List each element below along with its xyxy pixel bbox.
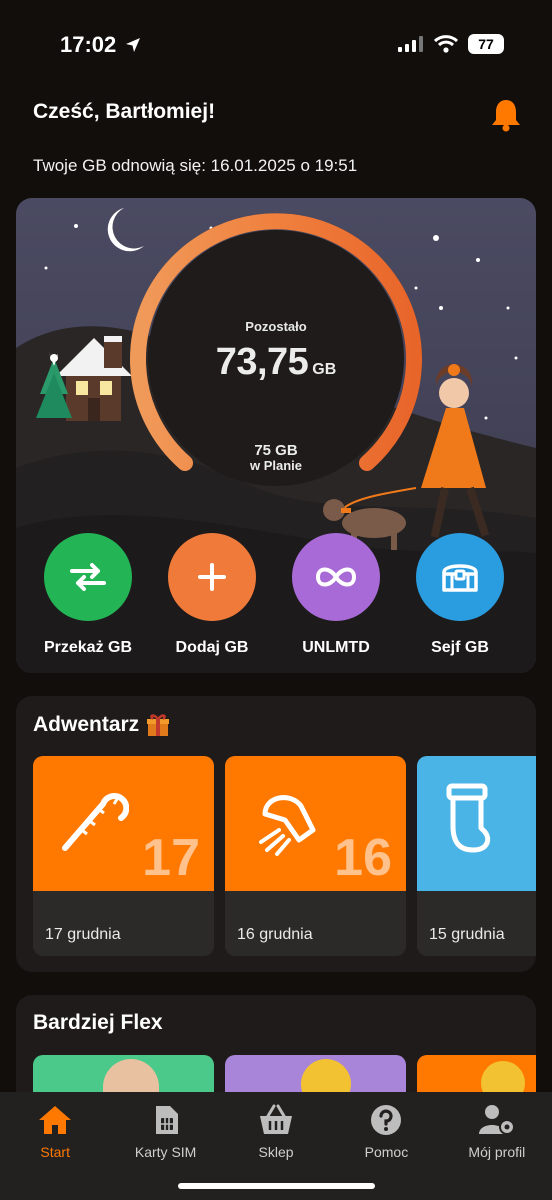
remaining-amount: 73,75	[215, 341, 309, 383]
advent-title-text: Adwentarz	[33, 713, 140, 736]
cellular-signal-icon	[398, 36, 423, 52]
infinity-icon	[292, 533, 380, 621]
tab-label: Pomoc	[364, 1144, 409, 1160]
tab-label: Sklep	[258, 1144, 294, 1160]
clock-text: 17:02	[60, 32, 117, 57]
advent-card-date: 17 grudnia	[45, 926, 121, 943]
basket-icon	[260, 1104, 293, 1134]
notifications-bell-icon[interactable]	[490, 98, 522, 137]
advent-day-number: 17	[142, 829, 200, 887]
transfer-gb-label: Przekaż GB	[43, 639, 133, 656]
sim-card-icon	[155, 1106, 178, 1134]
gift-icon	[147, 714, 170, 736]
renewal-info: Twoje GB odnowią się: 16.01.2025 o 19:51	[33, 156, 358, 175]
transfer-gb-button[interactable]: Przekaż GB	[26, 533, 150, 657]
quick-actions: Przekaż GB Dodaj GB UNLMTD Sejf GB	[16, 533, 536, 657]
location-arrow-icon	[126, 38, 141, 52]
greeting-title: Cześć, Bartłomiej!	[33, 100, 216, 123]
transfer-icon	[44, 533, 132, 621]
advent-card-17[interactable]: 17 17 grudnia	[33, 756, 214, 956]
vault-icon	[416, 533, 504, 621]
profile-settings-icon	[478, 1105, 515, 1135]
advent-title: Adwentarz	[33, 712, 171, 738]
gauge-remaining-value: 73,75 GB	[16, 341, 536, 384]
tab-start[interactable]: Start	[0, 1092, 110, 1200]
vault-gb-label: Sejf GB	[431, 639, 489, 656]
status-time: 17:02	[60, 32, 142, 58]
home-indicator	[178, 1183, 375, 1189]
help-icon	[371, 1105, 402, 1135]
advent-section: Adwentarz 17 17 grudnia 16 16 grudnia 15…	[16, 696, 536, 972]
advent-card-16[interactable]: 16 16 grudnia	[225, 756, 406, 956]
advent-card-date: 15 grudnia	[429, 926, 505, 943]
flex-title: Bardziej Flex	[33, 1011, 163, 1034]
wifi-icon	[434, 35, 458, 53]
status-bar: 17:02 77	[0, 0, 552, 90]
remaining-unit: GB	[312, 361, 337, 378]
add-gb-button[interactable]: Dodaj GB	[150, 533, 274, 657]
tab-label: Start	[40, 1144, 70, 1160]
advent-card-date: 16 grudnia	[237, 926, 313, 943]
advent-cards: 17 17 grudnia 16 16 grudnia 15 grudnia	[33, 756, 536, 956]
tab-label: Karty SIM	[134, 1144, 197, 1160]
home-icon	[39, 1106, 72, 1134]
battery-indicator: 77	[468, 34, 504, 54]
data-usage-card: Pozostało 73,75 GB 75 GB w Planie Przekaż…	[16, 198, 536, 673]
scarf-icon	[259, 795, 316, 856]
stocking-icon	[446, 783, 491, 853]
gauge-remaining-label: Pozostało	[245, 319, 307, 334]
vault-gb-button[interactable]: Sejf GB	[398, 533, 522, 657]
plan-amount: 75 GB	[254, 442, 298, 459]
plan-label: w Planie	[249, 458, 303, 474]
unlmtd-label: UNLMTD	[302, 639, 370, 656]
plan-info: 75 GB w Planie	[16, 442, 536, 474]
tab-my-profile[interactable]: Mój profil	[442, 1092, 552, 1200]
status-indicators: 77	[398, 34, 504, 54]
plus-icon	[168, 533, 256, 621]
tab-label: Mój profil	[468, 1144, 526, 1160]
add-gb-label: Dodaj GB	[175, 639, 249, 656]
advent-day-number: 16	[334, 829, 392, 887]
unlmtd-button[interactable]: UNLMTD	[274, 533, 398, 657]
candy-cane-icon	[62, 793, 129, 851]
advent-card-15[interactable]: 15 grudnia	[417, 756, 536, 956]
